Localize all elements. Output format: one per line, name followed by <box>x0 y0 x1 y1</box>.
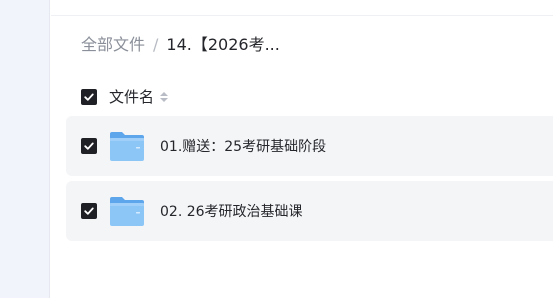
file-list-header: 文件名 <box>81 86 169 108</box>
breadcrumb-current-folder: 14.【2026考... <box>166 35 280 54</box>
left-sidebar-rail <box>0 0 50 298</box>
folder-icon <box>110 197 144 226</box>
breadcrumb: 全部文件 / 14.【2026考... <box>81 33 280 57</box>
breadcrumb-root-link[interactable]: 全部文件 <box>81 33 145 57</box>
file-row-checkbox[interactable] <box>81 138 97 154</box>
file-name[interactable]: 02. 26考研政治基础课 <box>160 201 303 221</box>
checkmark-icon <box>84 93 94 101</box>
top-toolbar-strip <box>51 0 553 16</box>
column-header-filename[interactable]: 文件名 <box>109 86 154 108</box>
file-row[interactable]: 02. 26考研政治基础课 <box>66 181 553 241</box>
breadcrumb-separator: / <box>153 35 159 54</box>
checkmark-icon <box>84 142 94 150</box>
select-all-checkbox[interactable] <box>81 89 97 105</box>
file-name[interactable]: 01.赠送：25考研基础阶段 <box>160 136 326 156</box>
folder-icon <box>110 132 144 161</box>
file-row-checkbox[interactable] <box>81 203 97 219</box>
sort-updown-icon[interactable] <box>160 92 169 102</box>
file-row[interactable]: 01.赠送：25考研基础阶段 <box>66 116 553 176</box>
checkmark-icon <box>84 207 94 215</box>
